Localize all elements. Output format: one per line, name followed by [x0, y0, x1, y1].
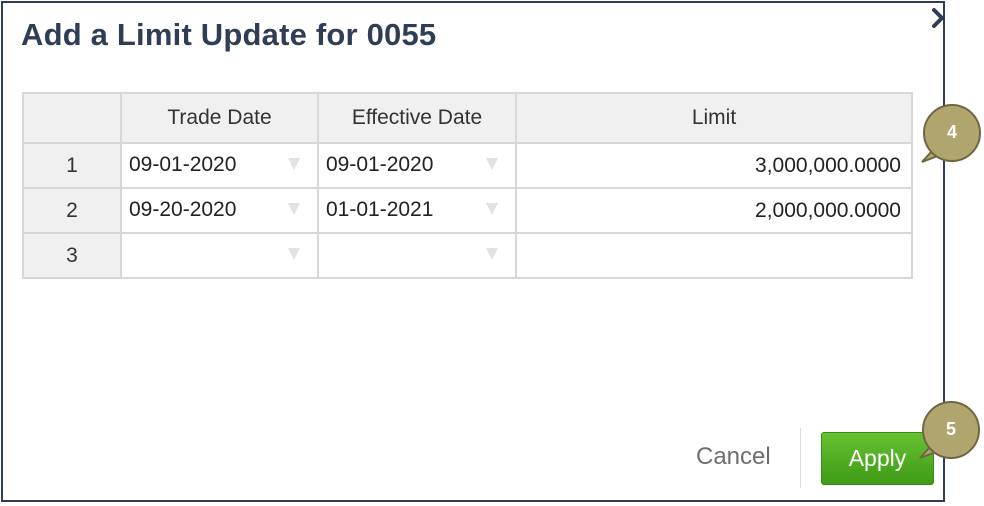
column-header-row-number [22, 92, 122, 144]
table-row: 1 09-01-2020 09-01-2020 3,000,000.0000 [22, 142, 913, 189]
table-row: 2 09-20-2020 01-01-2021 2,000,000.0000 [22, 187, 913, 234]
close-chevron-icon[interactable] [930, 6, 946, 30]
column-header-limit: Limit [515, 92, 913, 144]
trade-date-cell[interactable]: 09-01-2020 [120, 142, 319, 189]
row-number: 3 [22, 232, 122, 279]
dropdown-caret-icon[interactable] [486, 203, 498, 215]
limit-cell[interactable] [515, 232, 913, 279]
limit-cell[interactable]: 3,000,000.0000 [515, 142, 913, 189]
limit-cell[interactable]: 2,000,000.0000 [515, 187, 913, 234]
footer-divider [800, 428, 801, 488]
cancel-button[interactable]: Cancel [696, 443, 771, 471]
callout-badge-4: 4 [923, 104, 981, 162]
dropdown-caret-icon[interactable] [288, 203, 300, 215]
limit-table: Trade Date Effective Date Limit 1 09-01-… [22, 92, 913, 279]
table-header-row: Trade Date Effective Date Limit [22, 92, 913, 144]
dropdown-caret-icon[interactable] [486, 158, 498, 170]
callout-badge-5: 5 [922, 401, 980, 459]
dropdown-caret-icon[interactable] [486, 248, 498, 260]
trade-date-cell[interactable] [120, 232, 319, 279]
row-number: 2 [22, 187, 122, 234]
trade-date-value: 09-01-2020 [129, 153, 237, 176]
column-header-trade-date: Trade Date [120, 92, 319, 144]
trade-date-value: 09-20-2020 [129, 198, 237, 221]
trade-date-cell[interactable]: 09-20-2020 [120, 187, 319, 234]
row-number: 1 [22, 142, 122, 189]
dialog-title: Add a Limit Update for 0055 [21, 17, 437, 52]
table-row: 3 [22, 232, 913, 279]
effective-date-cell[interactable] [317, 232, 517, 279]
dropdown-caret-icon[interactable] [288, 248, 300, 260]
effective-date-cell[interactable]: 01-01-2021 [317, 187, 517, 234]
limit-update-dialog: Add a Limit Update for 0055 Trade Date E… [1, 1, 945, 502]
effective-date-value: 09-01-2020 [326, 153, 434, 176]
effective-date-cell[interactable]: 09-01-2020 [317, 142, 517, 189]
dropdown-caret-icon[interactable] [288, 158, 300, 170]
column-header-effective-date: Effective Date [317, 92, 517, 144]
effective-date-value: 01-01-2021 [326, 198, 434, 221]
